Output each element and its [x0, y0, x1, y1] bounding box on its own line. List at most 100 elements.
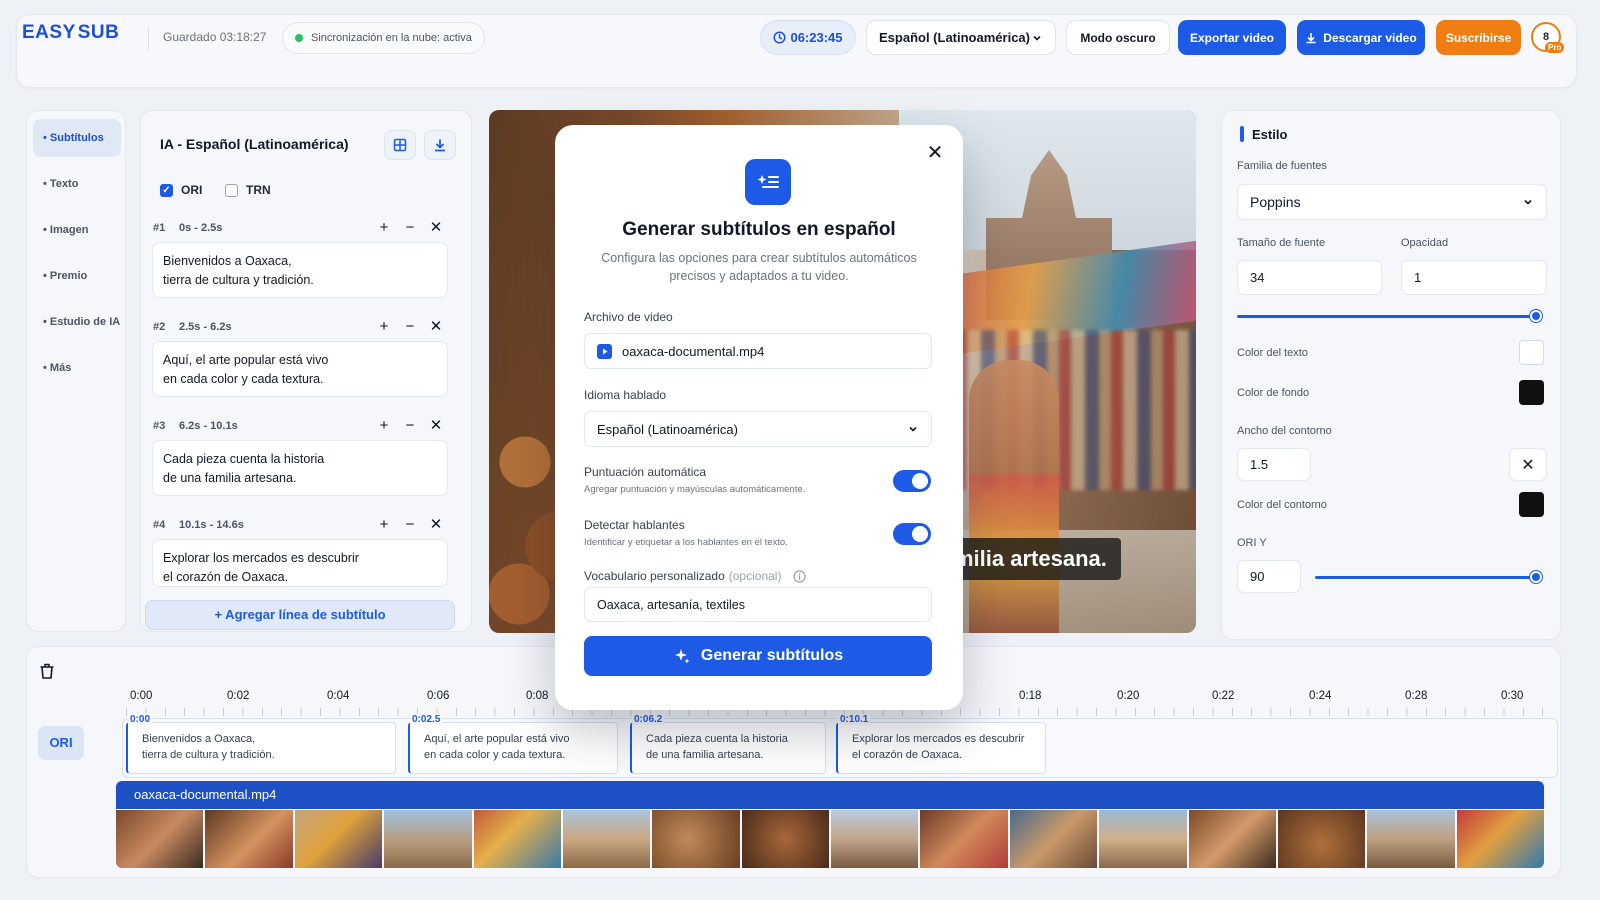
subtitle-text-field[interactable]: Explorar los mercados es descubrir el co…	[152, 539, 448, 587]
clip-start-time: 0:10.1	[838, 714, 871, 725]
download-video-button[interactable]: Descargar video	[1297, 20, 1425, 55]
font-family-select[interactable]: Poppins	[1237, 184, 1547, 220]
remove-icon[interactable]: −	[399, 415, 421, 437]
nav-item-more[interactable]: • Más	[33, 349, 121, 387]
subtitle-time: 10.1s - 14.6s	[179, 519, 244, 531]
video-file-field[interactable]: oaxaca-documental.mp4	[584, 333, 932, 369]
ori-y-input[interactable]: 90	[1237, 560, 1301, 593]
timeline-subtitle-clip[interactable]: Explorar los mercados es descubrir el co…	[836, 722, 1046, 774]
sparkle-list-icon	[757, 175, 779, 188]
trn-checkbox[interactable]: TRN	[225, 183, 271, 197]
info-icon[interactable]	[793, 569, 807, 583]
logo-text: EASY	[22, 22, 76, 43]
trn-label: TRN	[246, 183, 271, 197]
subtitle-text-field[interactable]: Aquí, el arte popular está vivo en cada …	[152, 341, 448, 397]
ori-label: ORI	[181, 183, 203, 197]
close-icon[interactable]: ✕	[425, 217, 447, 239]
timeline-tick: 0:30	[1501, 690, 1524, 702]
font-size-input[interactable]: 34	[1237, 260, 1382, 295]
add-icon[interactable]: +	[373, 415, 395, 437]
ori-y-slider[interactable]	[1315, 576, 1537, 579]
add-icon[interactable]: +	[373, 514, 395, 536]
clip-start-time: 0:00	[128, 714, 153, 725]
download-subtitles-button[interactable]	[424, 130, 456, 160]
auto-punctuation-toggle[interactable]	[893, 470, 931, 492]
app-logo[interactable]: EASY SUB	[22, 22, 119, 44]
nav-label: Estudio de IA	[49, 316, 121, 328]
video-thumbnail	[294, 810, 383, 868]
video-track-bar[interactable]: oaxaca-documental.mp4	[116, 781, 1544, 809]
export-video-button[interactable]: Exportar video	[1178, 20, 1286, 55]
add-icon[interactable]: +	[373, 316, 395, 338]
ori-y-slider-handle[interactable]	[1530, 571, 1542, 583]
timeline-tick: 0:00	[130, 690, 153, 702]
timeline-tick: 0:24	[1309, 690, 1332, 702]
timeline-tick: 0:22	[1212, 690, 1235, 702]
trash-icon[interactable]	[36, 660, 58, 682]
video-thumbnail	[920, 810, 1008, 868]
nav-item-ai-studio[interactable]: • Estudio de IA	[33, 303, 121, 341]
custom-vocabulary-input[interactable]: Oaxaca, artesanía, textiles	[584, 587, 932, 622]
detect-speakers-label: Detectar hablantes	[584, 518, 685, 532]
close-dialog-button[interactable]: ✕	[923, 141, 947, 165]
language-select[interactable]: Español (Latinoamérica)	[866, 20, 1056, 55]
opacity-label: Opacidad	[1401, 237, 1449, 249]
vocabulary-optional-text: (opcional)	[728, 569, 782, 583]
remove-icon[interactable]: −	[399, 514, 421, 536]
nav-item-text[interactable]: • Texto	[33, 165, 121, 203]
clip-start-time: 0:02.5	[410, 714, 443, 725]
generate-subtitles-button[interactable]: Generar subtítulos	[584, 636, 932, 676]
opacity-input[interactable]: 1	[1401, 260, 1547, 295]
font-size-label: Tamaño de fuente	[1237, 237, 1326, 249]
video-thumbnail	[116, 810, 204, 868]
outline-width-input[interactable]: 1.5	[1237, 448, 1311, 481]
close-icon[interactable]: ✕	[425, 415, 447, 437]
nav-item-award[interactable]: • Premio	[33, 257, 121, 295]
download-icon	[1306, 32, 1316, 43]
text-color-swatch[interactable]	[1519, 340, 1544, 365]
add-subtitle-line-button[interactable]: + Agregar línea de subtítulo	[145, 600, 455, 630]
auto-punctuation-label: Puntuación automática	[584, 465, 707, 479]
video-thumbnail	[562, 810, 651, 868]
close-icon[interactable]: ✕	[425, 316, 447, 338]
video-thumbnail	[1188, 810, 1276, 868]
remove-icon[interactable]: −	[399, 217, 421, 239]
clock-icon	[773, 31, 786, 44]
outline-color-label: Color del contorno	[1237, 499, 1327, 511]
opacity-slider[interactable]	[1237, 315, 1537, 318]
chevron-down-icon	[909, 426, 917, 432]
timeline-tick: 0:08	[526, 690, 549, 702]
opacity-slider-handle[interactable]	[1530, 310, 1542, 322]
outline-color-swatch[interactable]	[1519, 492, 1544, 517]
add-icon[interactable]: +	[373, 217, 395, 239]
timeline-tick: 0:28	[1405, 690, 1428, 702]
subtitle-time: 2.5s - 6.2s	[179, 321, 232, 333]
time-remaining-badge: 06:23:45	[760, 20, 856, 55]
subscribe-button[interactable]: Suscribirse	[1436, 20, 1521, 55]
video-thumbnail	[1099, 810, 1187, 868]
subtitle-text-field[interactable]: Bienvenidos a Oaxaca, tierra de cultura …	[152, 242, 448, 298]
timeline-subtitle-clip[interactable]: Cada pieza cuenta la historia de una fam…	[630, 722, 826, 774]
ori-track-label[interactable]: ORI	[38, 726, 84, 760]
language-value: Español (Latinoamérica)	[879, 30, 1030, 45]
timeline-subtitle-clip[interactable]: Bienvenidos a Oaxaca, tierra de cultura …	[126, 722, 396, 774]
clip-start-time: 0:06.2	[632, 714, 665, 725]
video-file-name: oaxaca-documental.mp4	[622, 343, 765, 359]
subtitle-text-field[interactable]: Cada pieza cuenta la historia de una fam…	[152, 440, 448, 496]
subtitle-time: 6.2s - 10.1s	[179, 420, 238, 432]
spoken-language-select[interactable]: Español (Latinoamérica)	[584, 411, 932, 447]
grid-view-button[interactable]	[384, 130, 416, 160]
ori-checkbox[interactable]: ✓ ORI	[160, 183, 202, 197]
close-icon[interactable]: ✕	[425, 514, 447, 536]
video-thumbnail-strip[interactable]	[116, 810, 1544, 868]
detect-speakers-toggle[interactable]	[893, 523, 931, 545]
dark-mode-button[interactable]: Modo oscuro	[1066, 20, 1170, 55]
video-thumbnail	[1456, 810, 1544, 868]
nav-item-image[interactable]: • Imagen	[33, 211, 121, 249]
ai-subtitles-icon	[745, 159, 791, 205]
timeline-subtitle-clip[interactable]: Aquí, el arte popular está vivo en cada …	[408, 722, 618, 774]
remove-icon[interactable]: −	[399, 316, 421, 338]
clear-outline-button[interactable]: ✕	[1509, 448, 1547, 481]
nav-item-subtitles[interactable]: • Subtítulos	[33, 119, 121, 157]
background-color-swatch[interactable]	[1519, 380, 1544, 405]
